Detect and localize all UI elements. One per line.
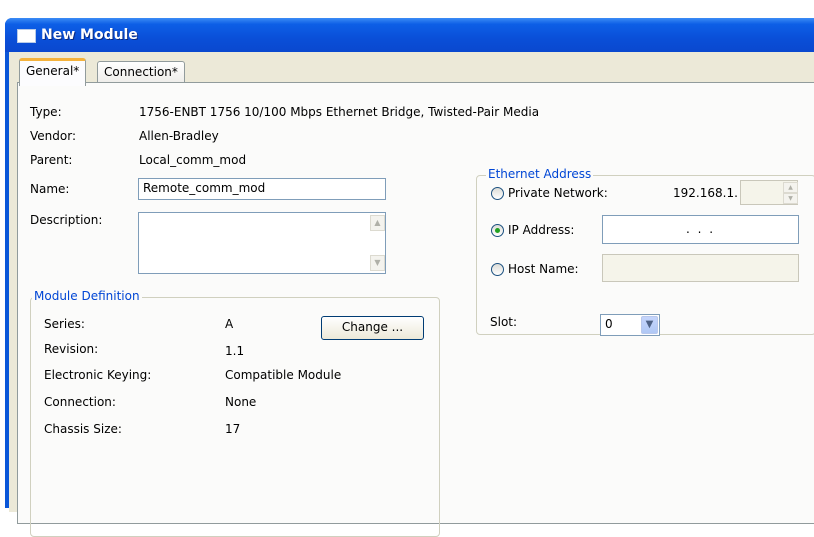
general-tab-panel: Type: 1756-ENBT 1756 10/100 Mbps Etherne… (17, 82, 814, 537)
scroll-down-icon[interactable]: ▼ (370, 255, 385, 271)
description-field[interactable] (138, 212, 386, 274)
ip-address-label: IP Address: (508, 223, 575, 237)
host-name-field (602, 254, 799, 282)
scroll-up-icon[interactable]: ▲ (370, 215, 385, 231)
type-label: Type: (30, 105, 62, 119)
parent-label: Parent: (30, 153, 73, 167)
title-bar[interactable]: New Module (5, 18, 814, 52)
module-definition-title: Module Definition (32, 289, 142, 303)
private-network-label: Private Network: (508, 186, 608, 200)
description-label: Description: (30, 213, 103, 227)
chevron-down-icon[interactable]: ▼ (641, 316, 658, 334)
private-network-radio[interactable] (491, 187, 504, 200)
vendor-value: Allen-Bradley (139, 129, 219, 143)
chassis-size-value: 17 (225, 422, 241, 436)
tab-connection[interactable]: Connection* (97, 61, 185, 83)
slot-value: 0 (605, 317, 613, 331)
spin-down-icon: ▼ (783, 193, 798, 204)
private-network-prefix: 192.168.1. (673, 186, 738, 200)
vendor-label: Vendor: (30, 129, 76, 143)
parent-value: Local_comm_mod (139, 153, 247, 167)
chassis-size-label: Chassis Size: (44, 422, 122, 436)
tab-general[interactable]: General* (19, 58, 87, 86)
window-title: New Module (41, 27, 138, 43)
electronic-keying-value: Compatible Module (225, 368, 342, 382)
slot-label: Slot: (490, 315, 518, 329)
series-label: Series: (44, 317, 85, 331)
change-button[interactable]: Change ... (321, 316, 424, 340)
revision-label: Revision: (44, 342, 99, 356)
series-value: A (225, 317, 234, 331)
electronic-keying-label: Electronic Keying: (44, 368, 152, 382)
dialog-client-area: General* Connection* Type: 1756-ENBT 175… (9, 52, 814, 537)
name-label: Name: (30, 182, 70, 196)
ip-address-radio[interactable] (491, 224, 504, 237)
ethernet-address-title: Ethernet Address (486, 167, 594, 181)
type-value: 1756-ENBT 1756 10/100 Mbps Ethernet Brid… (139, 105, 540, 119)
ip-address-field[interactable]: . . . (602, 215, 799, 244)
connection-label: Connection: (44, 395, 116, 409)
radio-selected-dot (495, 228, 500, 233)
host-name-label: Host Name: (508, 262, 579, 276)
name-field[interactable]: Remote_comm_mod (138, 178, 386, 200)
host-name-radio[interactable] (491, 263, 504, 276)
connection-value: None (225, 395, 257, 409)
spin-up-icon: ▲ (783, 182, 798, 193)
window-icon (17, 29, 36, 43)
new-module-window: New Module General* Connection* Type: 17… (5, 18, 814, 537)
revision-value: 1.1 (225, 344, 245, 358)
